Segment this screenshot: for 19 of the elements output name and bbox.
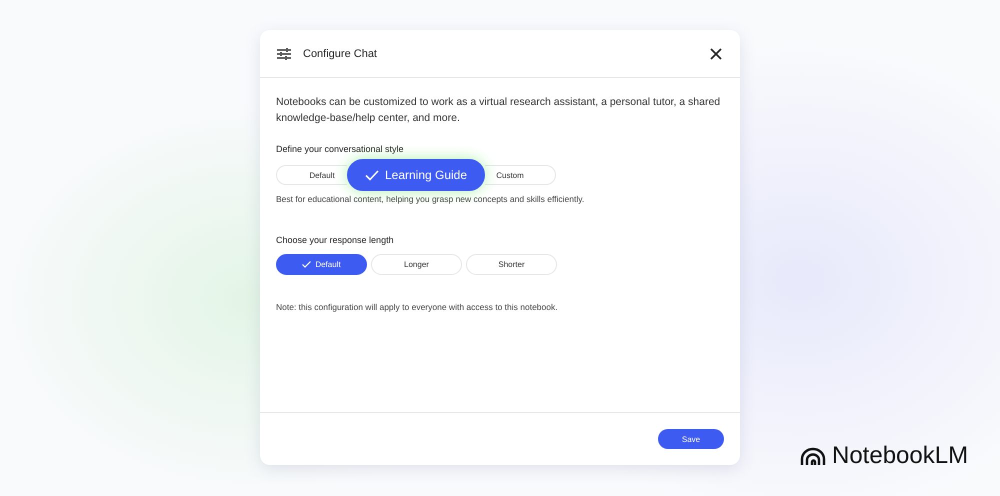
length-chip[interactable]: Shorter — [466, 254, 557, 275]
style-chip[interactable]: Learning Guide — [347, 159, 485, 191]
logo-icon — [800, 447, 826, 465]
sliders-icon — [277, 48, 291, 60]
style-chip[interactable]: Default — [276, 165, 347, 185]
section-label: Choose your response length — [276, 235, 395, 245]
note-text: Note: this configuration will apply to everyone with access to this notebook. — [276, 302, 559, 312]
check-icon — [302, 261, 312, 268]
style-description: Best for educational content, helping you grasp new concepts and skills efficiently. — [276, 194, 586, 204]
brand-name: NotebookLM — [832, 442, 968, 470]
dialog-title: Configure Chat — [303, 48, 378, 60]
section-label: Define your conversational style — [276, 144, 405, 154]
save-button[interactable]: Save — [658, 429, 724, 449]
style-chip[interactable]: Custom — [485, 165, 556, 185]
intro-text: Notebooks can be customized to work as a virtual research assistant, a personal tutor, a shared knowledge-base/help center, and more. — [276, 95, 722, 126]
check-icon — [364, 170, 379, 180]
length-chip[interactable]: Longer — [371, 254, 462, 275]
close-icon[interactable] — [710, 48, 722, 60]
length-chip[interactable]: Default — [276, 254, 367, 275]
